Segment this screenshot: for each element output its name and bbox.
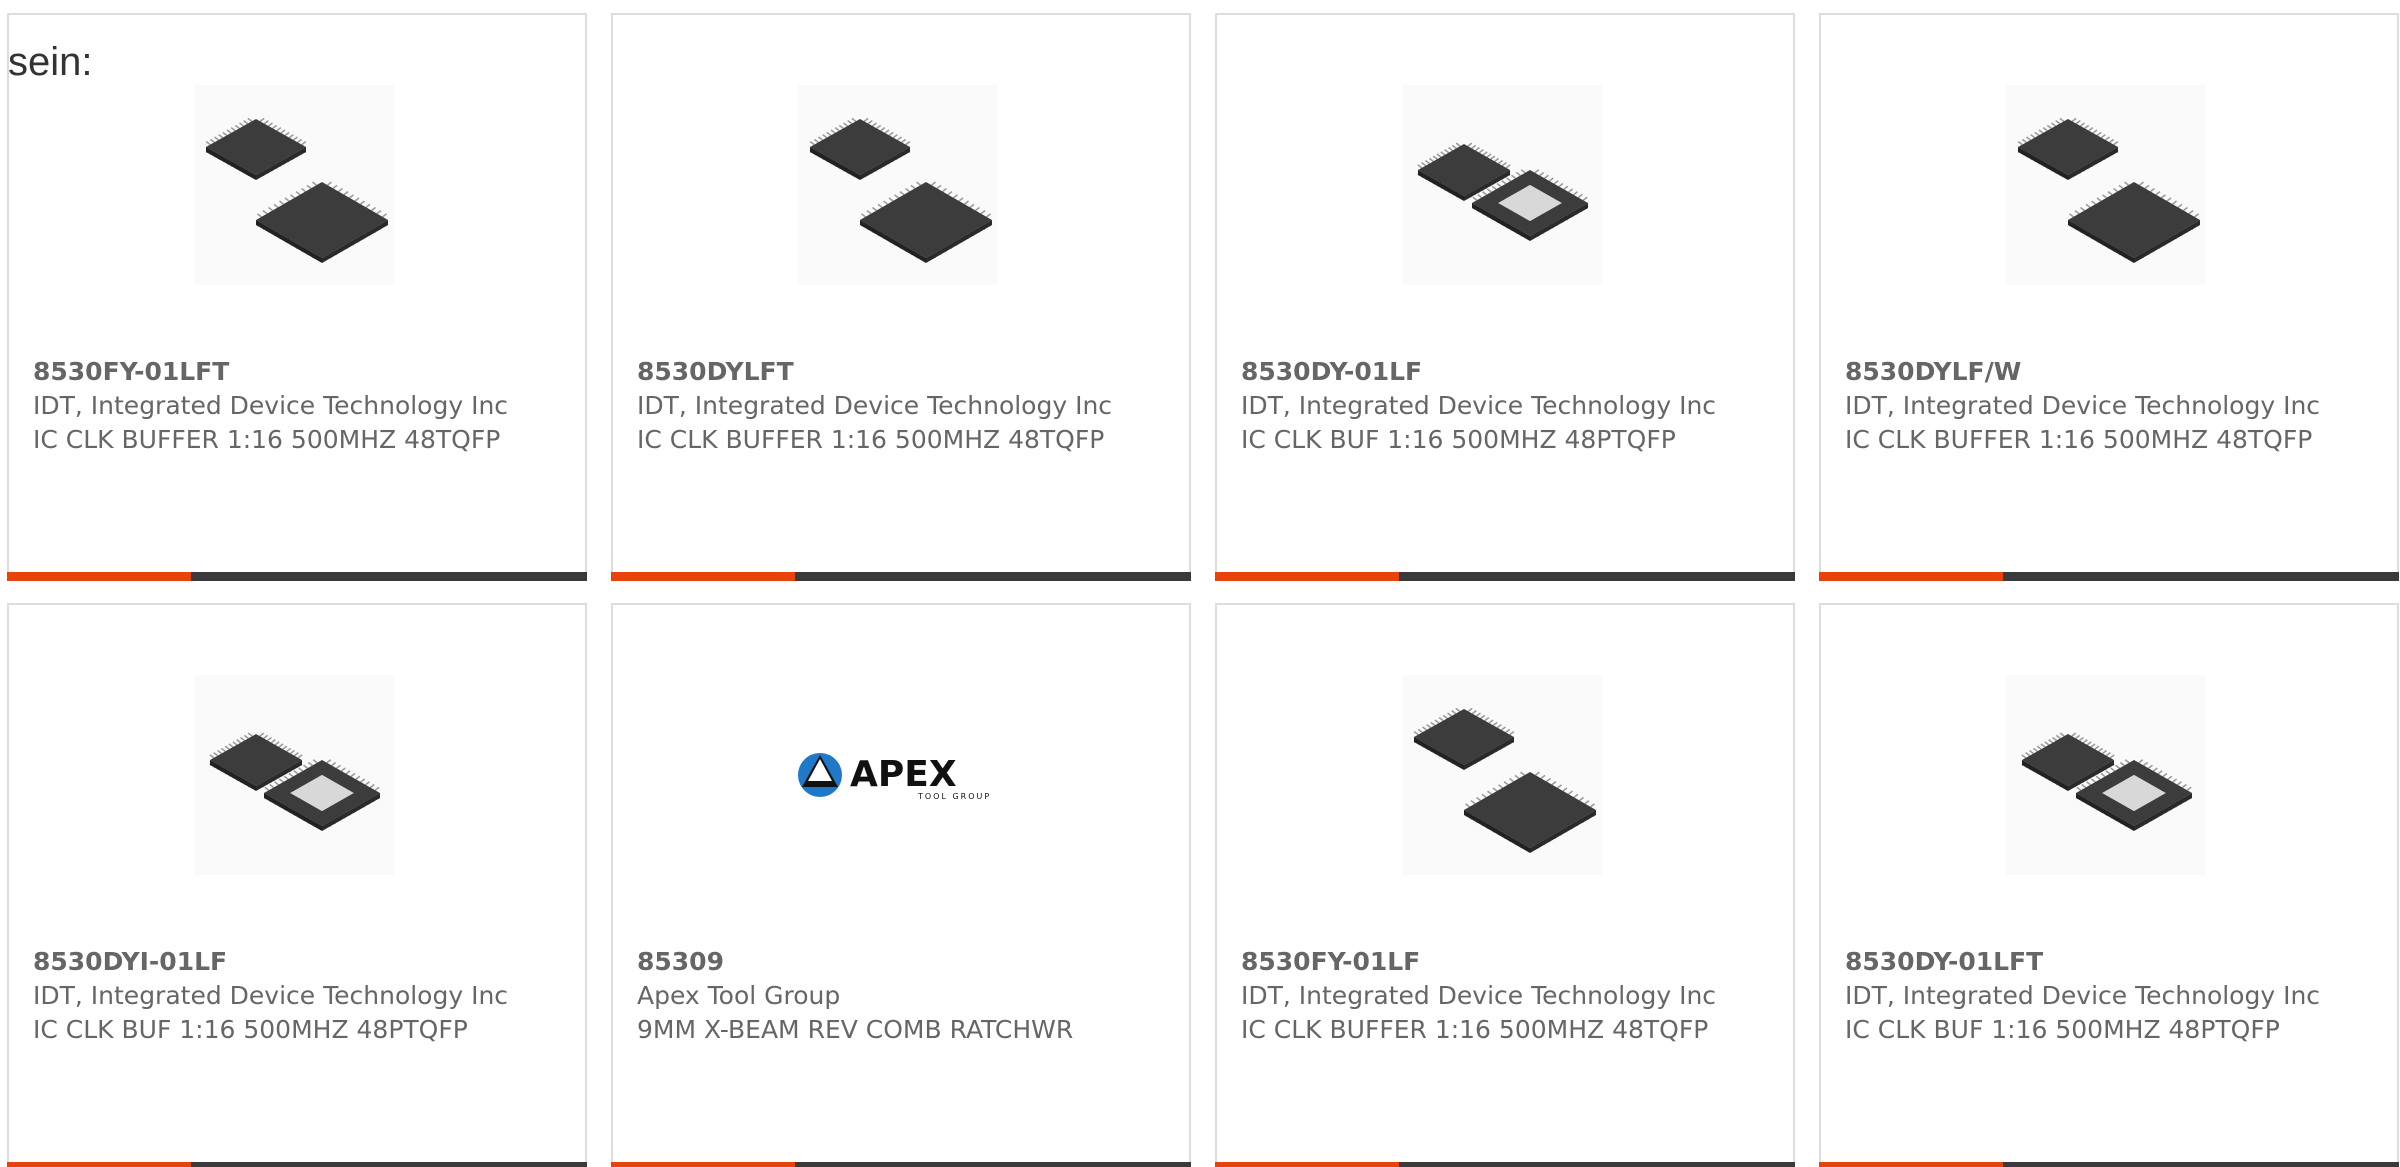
product-info: 8530DYLF/W IDT, Integrated Device Techno… xyxy=(1845,355,2345,457)
product-info: 8530FY-01LFT IDT, Integrated Device Tech… xyxy=(33,355,533,457)
product-description: IC CLK BUFFER 1:16 500MHZ 48TQFP xyxy=(33,425,501,454)
product-info: 8530DY-01LFT IDT, Integrated Device Tech… xyxy=(1845,945,2345,1047)
product-image[interactable]: APEX TOOL GROUP xyxy=(798,675,998,875)
product-info: 8530DY-01LF IDT, Integrated Device Techn… xyxy=(1241,355,1741,457)
product-image[interactable] xyxy=(2006,85,2206,285)
card-bottom-bar xyxy=(1215,572,1795,581)
svg-text:APEX: APEX xyxy=(850,754,957,795)
product-manufacturer: IDT, Integrated Device Technology Inc xyxy=(1241,391,1717,420)
product-description: IC CLK BUF 1:16 500MHZ 48PTQFP xyxy=(1845,1015,2280,1044)
product-description: IC CLK BUFFER 1:16 500MHZ 48TQFP xyxy=(1241,1015,1709,1044)
product-image[interactable] xyxy=(2006,675,2206,875)
product-info: 8530DYLFT IDT, Integrated Device Technol… xyxy=(637,355,1137,457)
card-bottom-bar xyxy=(611,572,1191,581)
product-part-number[interactable]: 8530DY-01LFT xyxy=(1845,945,2345,979)
ic-chip-icon xyxy=(194,675,394,875)
product-description: IC CLK BUFFER 1:16 500MHZ 48TQFP xyxy=(637,425,1105,454)
ic-chip-icon xyxy=(1402,85,1602,285)
card-bar-accent xyxy=(611,572,795,581)
product-part-number[interactable]: 8530DY-01LF xyxy=(1241,355,1741,389)
product-info: 8530FY-01LF IDT, Integrated Device Techn… xyxy=(1241,945,1741,1047)
card-bar-accent xyxy=(1215,572,1399,581)
product-grid: 8530FY-01LFT IDT, Integrated Device Tech… xyxy=(7,13,2400,1167)
card-bar-accent xyxy=(7,1162,191,1167)
product-part-number[interactable]: 85309 xyxy=(637,945,1137,979)
product-card[interactable]: APEX TOOL GROUP 85309 Apex Tool Group 9M… xyxy=(611,603,1191,1167)
product-manufacturer: IDT, Integrated Device Technology Inc xyxy=(33,981,509,1010)
product-card[interactable]: 8530DY-01LF IDT, Integrated Device Techn… xyxy=(1215,13,1795,581)
product-part-number[interactable]: 8530FY-01LF xyxy=(1241,945,1741,979)
product-manufacturer: IDT, Integrated Device Technology Inc xyxy=(1241,981,1717,1010)
product-description: IC CLK BUF 1:16 500MHZ 48PTQFP xyxy=(1241,425,1676,454)
product-manufacturer: IDT, Integrated Device Technology Inc xyxy=(637,391,1113,420)
product-info: 85309 Apex Tool Group 9MM X-BEAM REV COM… xyxy=(637,945,1137,1047)
product-card[interactable]: 8530FY-01LFT IDT, Integrated Device Tech… xyxy=(7,13,587,581)
ic-chip-icon xyxy=(194,85,394,285)
card-bar-accent xyxy=(1819,1162,2003,1167)
product-description: IC CLK BUFFER 1:16 500MHZ 48TQFP xyxy=(1845,425,2313,454)
ic-chip-icon xyxy=(2006,675,2206,875)
stray-text: sein: xyxy=(8,40,93,84)
ic-chip-icon xyxy=(798,85,998,285)
svg-text:TOOL GROUP: TOOL GROUP xyxy=(917,792,991,801)
product-part-number[interactable]: 8530DYI-01LF xyxy=(33,945,533,979)
card-bar-accent xyxy=(1215,1162,1399,1167)
product-description: 9MM X-BEAM REV COMB RATCHWR xyxy=(637,1015,1074,1044)
card-bottom-bar xyxy=(1215,1162,1795,1167)
product-card[interactable]: 8530DY-01LFT IDT, Integrated Device Tech… xyxy=(1819,603,2399,1167)
product-card[interactable]: 8530DYI-01LF IDT, Integrated Device Tech… xyxy=(7,603,587,1167)
product-part-number[interactable]: 8530FY-01LFT xyxy=(33,355,533,389)
product-info: 8530DYI-01LF IDT, Integrated Device Tech… xyxy=(33,945,533,1047)
card-bar-accent xyxy=(611,1162,795,1167)
product-image[interactable] xyxy=(1402,675,1602,875)
product-card[interactable]: 8530DYLF/W IDT, Integrated Device Techno… xyxy=(1819,13,2399,581)
product-image[interactable] xyxy=(1402,85,1602,285)
product-manufacturer: IDT, Integrated Device Technology Inc xyxy=(1845,391,2321,420)
product-manufacturer: IDT, Integrated Device Technology Inc xyxy=(33,391,509,420)
card-bar-accent xyxy=(1819,572,2003,581)
product-image[interactable] xyxy=(798,85,998,285)
product-description: IC CLK BUF 1:16 500MHZ 48PTQFP xyxy=(33,1015,468,1044)
card-bottom-bar xyxy=(7,1162,587,1167)
card-bottom-bar xyxy=(7,572,587,581)
card-bar-accent xyxy=(7,572,191,581)
product-image[interactable] xyxy=(194,675,394,875)
product-card[interactable]: 8530DYLFT IDT, Integrated Device Technol… xyxy=(611,13,1191,581)
product-card[interactable]: 8530FY-01LF IDT, Integrated Device Techn… xyxy=(1215,603,1795,1167)
product-image[interactable] xyxy=(194,85,394,285)
apex-logo-icon: APEX TOOL GROUP xyxy=(798,753,991,801)
product-manufacturer: Apex Tool Group xyxy=(637,981,841,1010)
page: sein: 8530FY-01LFT IDT, Integrated Devic… xyxy=(0,0,2400,1167)
card-bottom-bar xyxy=(1819,572,2399,581)
product-part-number[interactable]: 8530DYLF/W xyxy=(1845,355,2345,389)
product-part-number[interactable]: 8530DYLFT xyxy=(637,355,1137,389)
product-manufacturer: IDT, Integrated Device Technology Inc xyxy=(1845,981,2321,1010)
card-bottom-bar xyxy=(611,1162,1191,1167)
ic-chip-icon xyxy=(2006,85,2206,285)
ic-chip-icon xyxy=(1402,675,1602,875)
card-bottom-bar xyxy=(1819,1162,2399,1167)
